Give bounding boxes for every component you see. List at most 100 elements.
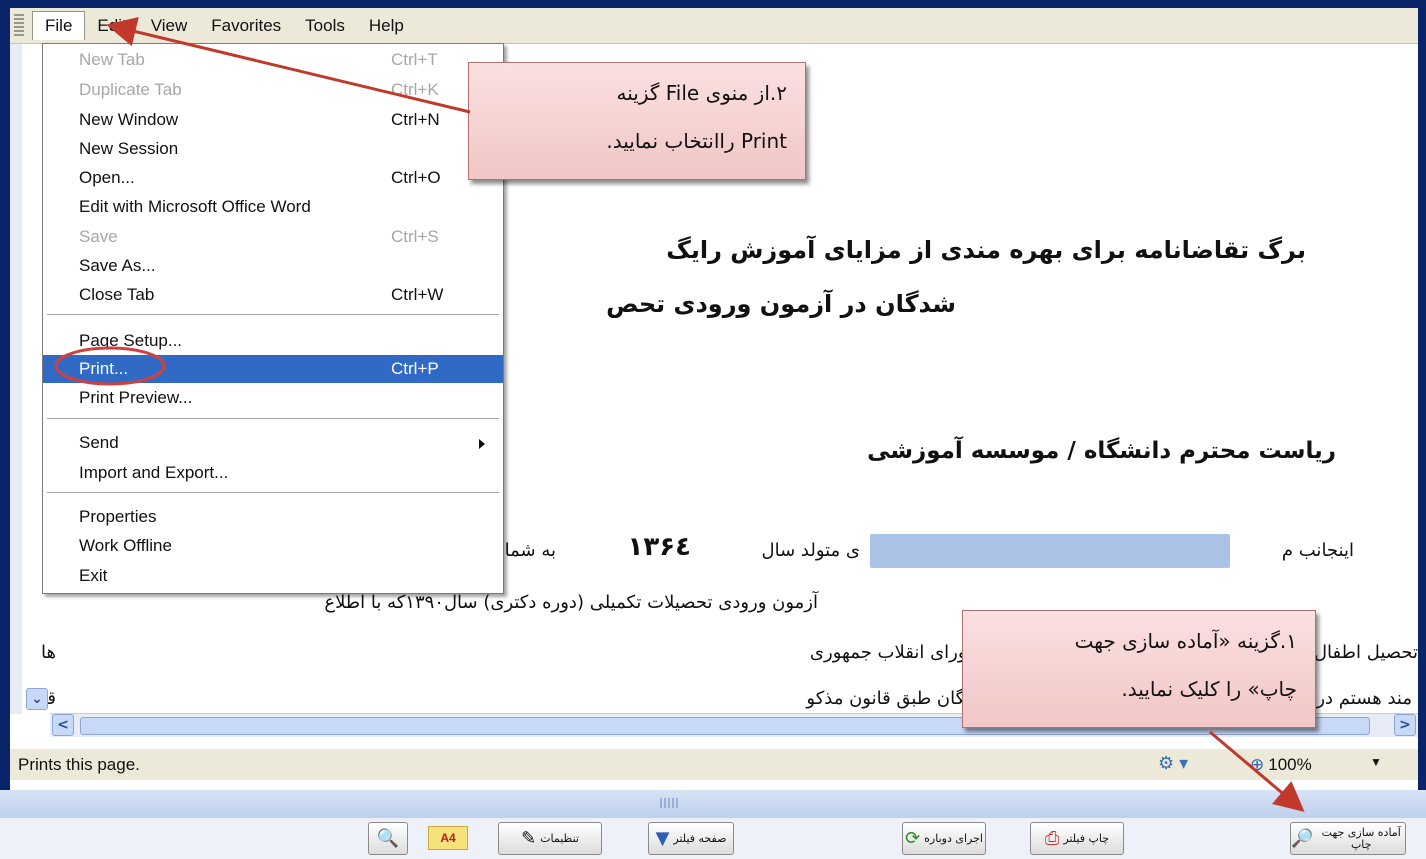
- menu-item-import-export[interactable]: Import and Export...: [43, 459, 503, 487]
- zoom-dropdown-icon[interactable]: ▼: [1370, 755, 1382, 769]
- menubar: File Edit View Favorites Tools Help: [10, 8, 1418, 44]
- menu-item-label: Edit with Microsoft Office Word: [79, 197, 311, 216]
- a4-button[interactable]: A4: [428, 826, 468, 850]
- doc-salutation: ریاست محترم دانشگاه / موسسه آموزشی: [867, 438, 1336, 464]
- print-filter-button[interactable]: چاپ فیلتر ⎙: [1030, 822, 1124, 855]
- menu-item-open[interactable]: Open... Ctrl+O: [43, 164, 503, 192]
- menu-item-save[interactable]: Save Ctrl+S: [43, 223, 503, 251]
- file-menu-dropdown: New Tab Ctrl+T Duplicate Tab Ctrl+K New Wi…: [42, 43, 504, 594]
- doc-applicant-born: ی متولد سال: [761, 540, 860, 561]
- window-frame-left: [0, 0, 10, 790]
- menu-item-shortcut: Ctrl+P: [391, 359, 439, 378]
- menu-item-label: New Tab: [79, 50, 145, 69]
- menu-item-label: Send: [79, 433, 119, 452]
- menu-item-save-as[interactable]: Save As...: [43, 252, 503, 280]
- filter-page-label: صفحه فیلتر: [673, 831, 727, 845]
- menu-item-label: Exit: [79, 566, 108, 585]
- magnifier-icon: 🔎: [1291, 827, 1314, 849]
- menu-item-duplicate-tab[interactable]: Duplicate Tab Ctrl+K: [43, 76, 503, 104]
- band-resize-handle[interactable]: [660, 798, 680, 808]
- menu-item-label: Duplicate Tab: [79, 80, 182, 99]
- menu-item-label: Print Preview...: [79, 388, 193, 407]
- menu-item-label: Page Setup...: [79, 331, 183, 350]
- search-icon: 🔍: [376, 827, 400, 849]
- search-button[interactable]: 🔍: [368, 822, 408, 855]
- status-bar: Prints this page. ⚙ ▾ ⊕ 100% ▼: [10, 748, 1418, 780]
- menu-item-exit[interactable]: Exit: [43, 562, 503, 590]
- menu-separator: [47, 314, 499, 316]
- menu-item-close-tab[interactable]: Close Tab Ctrl+W: [43, 281, 503, 309]
- rerun-label: اجرای دوباره: [924, 831, 983, 845]
- menu-item-label: Properties: [79, 507, 157, 526]
- menu-item-label: Print...: [79, 359, 129, 378]
- menu-item-label: Close Tab: [79, 285, 155, 304]
- zoom-control[interactable]: ⊕ 100%: [1250, 755, 1312, 775]
- menu-item-shortcut: Ctrl+T: [391, 50, 438, 69]
- menu-item-work-offline[interactable]: Work Offline: [43, 532, 503, 560]
- menu-item-label: Open...: [79, 168, 135, 187]
- callout-step1-line1: ۱.گزینه «آماده سازی جهت: [1074, 629, 1297, 653]
- menu-favorites[interactable]: Favorites: [199, 12, 293, 40]
- rerun-button[interactable]: اجرای دوباره ⟳: [902, 822, 986, 855]
- callout-step1: ۱.گزینه «آماده سازی جهت چاپ» را کلیک نما…: [962, 610, 1316, 728]
- settings-button[interactable]: تنظیمات ✎: [498, 822, 602, 855]
- print-filter-label: چاپ فیلتر: [1063, 831, 1110, 845]
- zoom-level: 100%: [1268, 755, 1312, 774]
- menu-view[interactable]: View: [139, 12, 200, 40]
- menu-tools[interactable]: Tools: [293, 12, 357, 40]
- menu-item-shortcut: Ctrl+O: [391, 168, 441, 187]
- doc-heading-line2: شدگان در آزمون ورودی تحص: [606, 290, 956, 318]
- menu-separator: [47, 492, 499, 494]
- prepare-print-button[interactable]: آماده سازی جهت چاپ 🔎: [1290, 822, 1406, 855]
- menu-item-properties[interactable]: Properties: [43, 503, 503, 531]
- filter-icon: ▼: [655, 827, 670, 849]
- doc-applicant-num: به شما: [504, 540, 556, 561]
- menubar-grip[interactable]: [14, 13, 24, 38]
- submenu-arrow-icon: [479, 439, 485, 449]
- filter-page-button[interactable]: صفحه فیلتر ▼: [648, 822, 734, 855]
- callout-step2-line2: Print راانتخاب نمایید.: [606, 129, 787, 153]
- doc-exam-line: آزمون ورودی تحصیلات تکمیلی (دوره دکتری) …: [324, 592, 818, 613]
- menu-item-shortcut: Ctrl+S: [391, 227, 439, 246]
- menu-item-print-preview[interactable]: Print Preview...: [43, 384, 503, 412]
- menu-item-shortcut: Ctrl+N: [391, 110, 440, 129]
- menu-item-edit-with-word[interactable]: Edit with Microsoft Office Word: [43, 193, 503, 221]
- menu-help[interactable]: Help: [357, 12, 416, 40]
- scroll-left-button[interactable]: <: [52, 714, 74, 736]
- menu-edit[interactable]: Edit: [85, 12, 138, 40]
- menu-item-label: New Window: [79, 110, 179, 129]
- menu-item-shortcut: Ctrl+W: [391, 285, 444, 304]
- menu-item-label: Work Offline: [79, 536, 172, 555]
- zoom-icon: ⊕: [1250, 755, 1265, 774]
- settings-label: تنظیمات: [540, 831, 579, 845]
- window-frame-top: [0, 0, 1426, 8]
- menu-item-page-setup[interactable]: Page Setup...: [43, 327, 503, 355]
- menu-separator: [47, 418, 499, 420]
- printer-icon: ⎙: [1044, 827, 1060, 849]
- menu-item-label: Import and Export...: [79, 463, 229, 482]
- menu-file[interactable]: File: [32, 11, 86, 40]
- menu-item-new-tab[interactable]: New Tab Ctrl+T: [43, 46, 503, 74]
- menu-item-new-session[interactable]: New Session: [43, 135, 503, 163]
- status-text: Prints this page.: [18, 755, 140, 774]
- menu-item-print[interactable]: Print... Ctrl+P: [43, 355, 503, 383]
- menu-item-shortcut: Ctrl+K: [391, 80, 439, 99]
- prepare-print-label: آماده سازی جهت چاپ: [1321, 825, 1401, 851]
- doc-applicant-start: اینجانب م: [1281, 540, 1354, 561]
- settings-icon: ✎: [521, 827, 537, 849]
- menu-item-send[interactable]: Send: [43, 429, 503, 457]
- menu-item-label: Save: [79, 227, 118, 246]
- doc-heading-line1: برگ تقاضانامه برای بهره مندی از مزایای آ…: [666, 236, 1306, 264]
- internet-zone-icon[interactable]: ⚙ ▾: [1158, 753, 1188, 774]
- refresh-icon: ⟳: [905, 827, 921, 849]
- callout-step1-line2: چاپ» را کلیک نمایید.: [1121, 677, 1297, 701]
- doc-birth-year: ۱۳۶٤: [627, 532, 691, 562]
- callout-step2: ۲.از منوی File گزینه Print راانتخاب نمای…: [468, 62, 806, 180]
- doc-law-prefix: ها: [41, 642, 56, 663]
- scroll-right-button[interactable]: >: [1394, 714, 1416, 736]
- scroll-down-button[interactable]: ⌄: [26, 688, 48, 710]
- window-frame-right: [1418, 0, 1426, 790]
- bottom-toolbar: 🔍 A4 تنظیمات ✎ صفحه فیلتر ▼ اجرای دوباره ⟳ …: [0, 818, 1426, 859]
- menu-item-label: Save As...: [79, 256, 156, 275]
- menu-item-new-window[interactable]: New Window Ctrl+N: [43, 106, 503, 134]
